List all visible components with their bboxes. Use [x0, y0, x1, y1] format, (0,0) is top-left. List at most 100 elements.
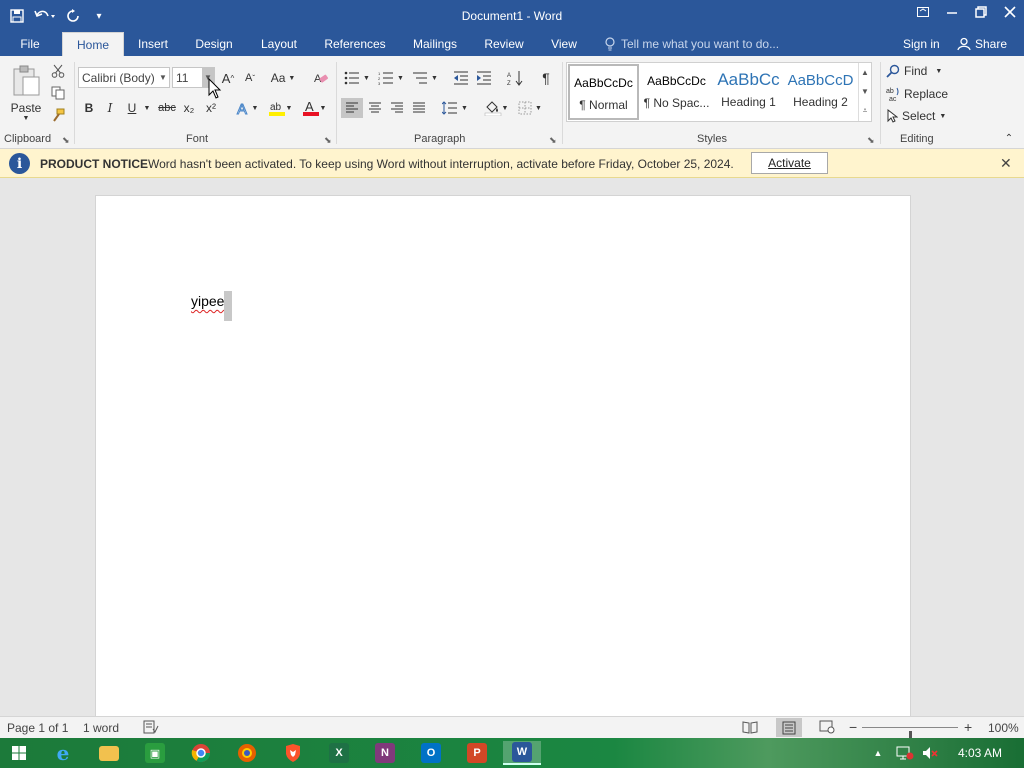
styles-more-icon[interactable]: ⩡ — [859, 101, 871, 120]
page-count[interactable]: Page 1 of 1 — [7, 721, 68, 735]
italic-button[interactable]: I — [101, 98, 119, 118]
shrink-font-icon[interactable]: Aˇ — [240, 68, 260, 88]
cut-icon[interactable] — [48, 62, 68, 80]
zoom-level[interactable]: 100% — [988, 721, 1019, 735]
show-hidden-icons-icon[interactable]: ▲ — [868, 741, 888, 765]
style-heading-2[interactable]: AaBbCcD Heading 2 — [785, 64, 856, 120]
text-effects-button[interactable]: A ▼ — [232, 98, 262, 118]
close-notice-icon[interactable]: ✕ — [1000, 155, 1012, 172]
outlook-taskbar-icon[interactable]: O — [412, 741, 450, 765]
numbering-button[interactable]: 1 2 3 ▼ — [376, 68, 406, 88]
zoom-in-icon[interactable]: + — [964, 719, 972, 735]
proofing-icon[interactable] — [143, 720, 159, 737]
strikethrough-button[interactable]: abc — [156, 98, 178, 118]
font-name-box[interactable]: Calibri (Body) ▼ — [78, 67, 170, 88]
highlight-color-button[interactable]: ab ▼ — [264, 98, 296, 118]
powerpoint-taskbar-icon[interactable]: P — [458, 741, 496, 765]
undo-icon[interactable] — [30, 4, 60, 28]
font-name-dropdown-icon[interactable]: ▼ — [157, 68, 169, 87]
tab-home[interactable]: Home — [62, 32, 124, 57]
read-mode-icon[interactable] — [742, 720, 758, 737]
zoom-out-icon[interactable]: − — [849, 719, 857, 735]
word-taskbar-icon[interactable]: W — [503, 741, 541, 765]
onenote-taskbar-icon[interactable]: N — [366, 741, 404, 765]
print-layout-icon[interactable] — [776, 718, 802, 737]
style-normal[interactable]: AaBbCcDc ¶ Normal — [568, 64, 639, 120]
font-launcher-icon[interactable]: ⬊ — [324, 135, 332, 146]
align-left-icon[interactable] — [341, 98, 363, 118]
store-taskbar-icon[interactable]: ▣ — [136, 741, 174, 765]
justify-icon[interactable] — [408, 98, 430, 118]
line-spacing-button[interactable]: ▼ — [440, 98, 470, 118]
customize-qat-icon[interactable]: ▾ — [86, 4, 112, 28]
copy-icon[interactable] — [48, 84, 68, 102]
internet-explorer-taskbar-icon[interactable]: e — [44, 741, 82, 765]
show-formatting-marks-icon[interactable]: ¶ — [536, 68, 556, 88]
firefox-taskbar-icon[interactable] — [228, 741, 266, 765]
styles-launcher-icon[interactable]: ⬊ — [867, 135, 875, 146]
zoom-slider[interactable] — [862, 727, 958, 743]
select-button[interactable]: Select ▼ — [886, 106, 952, 126]
borders-button[interactable]: ▼ — [514, 98, 546, 118]
taskbar-clock[interactable]: 4:03 AM — [958, 746, 1002, 760]
sign-in-link[interactable]: Sign in — [903, 32, 940, 56]
increase-indent-icon[interactable] — [473, 68, 495, 88]
font-color-button[interactable]: A ▼ — [298, 98, 330, 118]
format-painter-icon[interactable] — [48, 106, 68, 124]
style-no-spacing[interactable]: AaBbCcDc ¶ No Spac... — [641, 64, 712, 120]
document-page[interactable]: yipee — [95, 195, 911, 725]
sort-icon[interactable]: AZ — [504, 68, 526, 88]
align-right-icon[interactable] — [386, 98, 408, 118]
collapse-ribbon-icon[interactable]: ⌃ — [1000, 130, 1018, 146]
bold-button[interactable]: B — [80, 98, 98, 118]
replace-button[interactable]: ab ac Replace — [886, 84, 952, 104]
document-text[interactable]: yipee — [191, 293, 224, 309]
style-heading-1[interactable]: AaBbCc Heading 1 — [713, 64, 784, 120]
tab-review[interactable]: Review — [480, 32, 528, 56]
excel-taskbar-icon[interactable]: X — [320, 741, 358, 765]
multilevel-list-button[interactable]: ▼ — [410, 68, 440, 88]
tell-me-box[interactable]: Tell me what you want to do... — [605, 32, 779, 56]
activate-button[interactable]: Activate — [751, 152, 828, 174]
tab-mailings[interactable]: Mailings — [404, 32, 466, 56]
align-center-icon[interactable] — [364, 98, 386, 118]
volume-muted-icon[interactable] — [918, 741, 942, 765]
network-icon[interactable] — [893, 741, 917, 765]
subscript-button[interactable]: x₂ — [180, 98, 198, 118]
word-count[interactable]: 1 word — [83, 721, 119, 735]
tab-design[interactable]: Design — [188, 32, 240, 56]
file-explorer-taskbar-icon[interactable] — [90, 741, 128, 765]
decrease-indent-icon[interactable] — [450, 68, 472, 88]
shading-button[interactable]: ▼ — [480, 98, 512, 118]
styles-up-icon[interactable]: ▲ — [859, 63, 871, 82]
underline-button[interactable]: U — [123, 98, 141, 118]
save-icon[interactable] — [4, 4, 30, 28]
ribbon-display-options-icon[interactable] — [908, 0, 937, 24]
clear-formatting-icon[interactable]: A — [310, 68, 332, 88]
web-layout-icon[interactable] — [819, 720, 835, 737]
tab-insert[interactable]: Insert — [130, 32, 176, 56]
superscript-button[interactable]: x² — [202, 98, 220, 118]
paste-button[interactable]: Paste ▼ — [6, 60, 46, 126]
tab-view[interactable]: View — [544, 32, 584, 56]
paragraph-launcher-icon[interactable]: ⬊ — [549, 135, 557, 146]
bullets-button[interactable]: ▼ — [342, 68, 372, 88]
styles-down-icon[interactable]: ▼ — [859, 82, 871, 101]
tab-layout[interactable]: Layout — [254, 32, 304, 56]
replace-label: Replace — [904, 87, 949, 101]
close-icon[interactable] — [995, 0, 1024, 24]
find-button[interactable]: Find ▼ — [886, 61, 948, 81]
restore-icon[interactable] — [966, 0, 995, 24]
change-case-button[interactable]: Aa ▼ — [268, 68, 298, 88]
underline-dropdown-icon[interactable]: ▼ — [142, 98, 152, 118]
tab-file[interactable]: File — [12, 32, 48, 56]
clipboard-launcher-icon[interactable]: ⬊ — [62, 135, 70, 146]
minimize-icon[interactable] — [937, 0, 966, 24]
document-canvas[interactable]: yipee — [0, 178, 1024, 725]
repeat-icon[interactable] — [60, 4, 86, 28]
chrome-taskbar-icon[interactable] — [182, 741, 220, 765]
tab-references[interactable]: References — [320, 32, 390, 56]
start-button[interactable] — [0, 741, 38, 765]
share-button[interactable]: Share — [957, 32, 1007, 56]
brave-taskbar-icon[interactable] — [274, 741, 312, 765]
